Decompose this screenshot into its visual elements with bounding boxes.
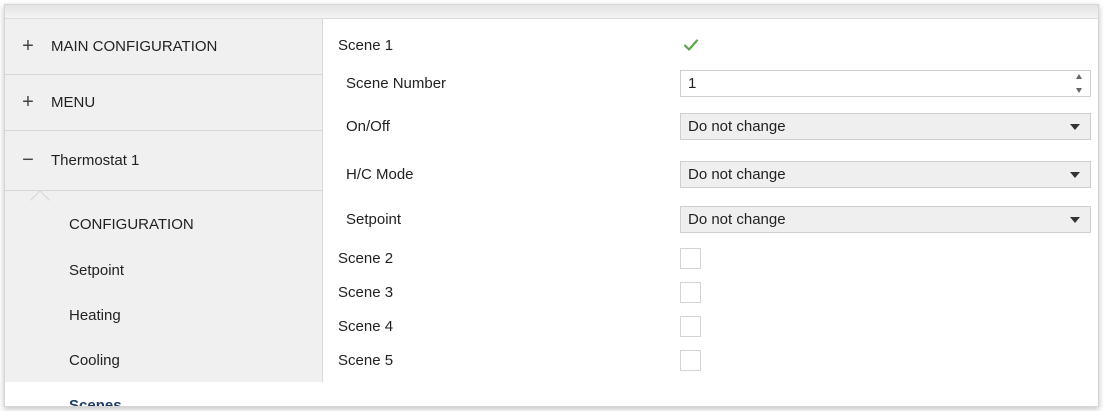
scene-5-label: Scene 5 xyxy=(338,351,394,369)
chevron-down-icon xyxy=(1070,171,1080,178)
window-topbar xyxy=(5,5,1098,19)
scene-3-label: Scene 3 xyxy=(338,283,394,301)
scene-1-row: Scene 1 xyxy=(324,32,1098,58)
sidebar: + MAIN CONFIGURATION + MENU − Thermostat… xyxy=(5,19,325,407)
scene-1-label: Scene 1 xyxy=(338,36,394,54)
sidebar-item-label: MENU xyxy=(51,94,96,111)
on-off-select[interactable]: Do not change xyxy=(680,112,1091,140)
expand-icon: + xyxy=(22,91,34,113)
sidebar-subitem-label: Setpoint xyxy=(69,261,125,279)
sidebar-item-label: MAIN CONFIGURATION xyxy=(51,38,218,55)
setpoint-select[interactable]: Do not change xyxy=(680,205,1091,233)
hc-mode-label: H/C Mode xyxy=(346,165,414,183)
scene-number-value: 1 xyxy=(688,74,697,92)
sidebar-item-main-configuration[interactable]: + MAIN CONFIGURATION xyxy=(5,19,323,75)
scene-4-row: Scene 4 xyxy=(324,313,1098,339)
chevron-down-icon xyxy=(1070,216,1080,223)
scene-3-row: Scene 3 xyxy=(324,279,1098,305)
sidebar-subitem-cooling[interactable]: Cooling xyxy=(5,337,323,383)
scene-5-row: Scene 5 xyxy=(324,347,1098,373)
sidebar-item-menu[interactable]: + MENU xyxy=(5,75,323,131)
scene-number-label: Scene Number xyxy=(346,74,447,92)
check-icon xyxy=(683,39,698,51)
sidebar-subitem-label: Heating xyxy=(69,306,121,324)
on-off-row: On/Off Do not change xyxy=(324,112,1098,140)
expand-icon: + xyxy=(22,35,34,57)
scene-number-input[interactable]: 1 xyxy=(680,69,1091,97)
sidebar-subitem-label: Scenes xyxy=(69,396,122,407)
app-window: + MAIN CONFIGURATION + MENU − Thermostat… xyxy=(4,4,1099,407)
chevron-down-icon xyxy=(1070,123,1080,130)
collapse-icon: − xyxy=(22,149,34,171)
scene-number-row: Scene Number 1 xyxy=(324,69,1098,97)
setpoint-value: Do not change xyxy=(688,210,786,228)
sidebar-subitem-label: CONFIGURATION xyxy=(69,215,194,233)
sidebar-item-thermostat-1[interactable]: − Thermostat 1 xyxy=(5,131,323,191)
hc-mode-select[interactable]: Do not change xyxy=(680,160,1091,188)
scene-2-label: Scene 2 xyxy=(338,249,394,267)
scene-5-checkbox[interactable] xyxy=(680,349,701,371)
scene-3-checkbox[interactable] xyxy=(680,281,701,303)
setpoint-row: Setpoint Do not change xyxy=(324,205,1098,233)
sidebar-subitem-label: Cooling xyxy=(69,351,120,369)
hc-mode-value: Do not change xyxy=(688,165,786,183)
scene-4-label: Scene 4 xyxy=(338,317,394,335)
scene-1-checkbox[interactable] xyxy=(680,34,701,56)
sidebar-item-label: Thermostat 1 xyxy=(51,152,140,169)
scene-2-checkbox[interactable] xyxy=(680,247,701,269)
sidebar-subitem-setpoint[interactable]: Setpoint xyxy=(5,247,323,293)
setpoint-label: Setpoint xyxy=(346,210,402,228)
spinner-icon[interactable] xyxy=(1074,73,1084,93)
main-panel: Scene 1 Scene Number 1 On/Off Do not cha… xyxy=(324,19,1098,406)
scene-4-checkbox[interactable] xyxy=(680,315,701,337)
sidebar-subitem-configuration[interactable]: CONFIGURATION xyxy=(5,201,323,247)
hc-mode-row: H/C Mode Do not change xyxy=(324,160,1098,188)
sidebar-subitem-scenes[interactable]: Scenes xyxy=(5,382,325,407)
spin-up-icon[interactable] xyxy=(1076,73,1082,79)
spin-down-icon[interactable] xyxy=(1076,87,1082,93)
on-off-value: Do not change xyxy=(688,117,786,135)
on-off-label: On/Off xyxy=(346,117,390,135)
scene-2-row: Scene 2 xyxy=(324,245,1098,271)
sidebar-subitem-heating[interactable]: Heating xyxy=(5,292,323,338)
